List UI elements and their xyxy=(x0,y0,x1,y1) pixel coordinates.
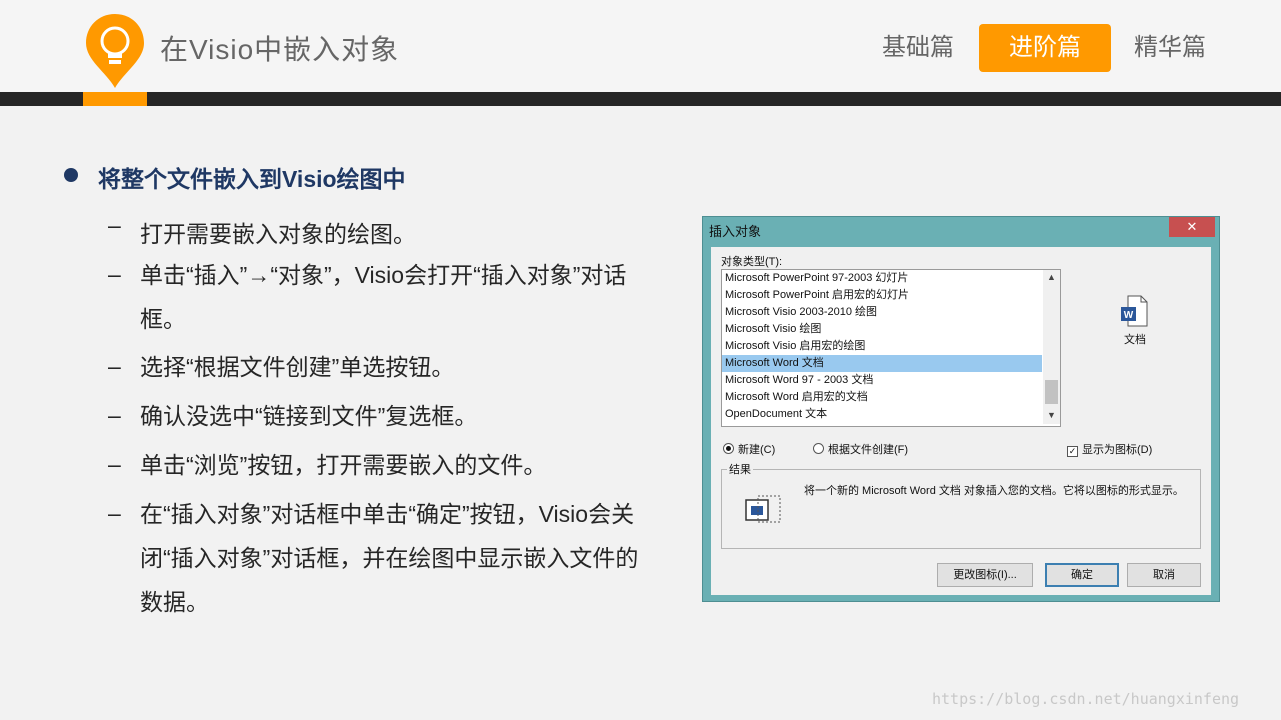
checkmark-icon: ✓ xyxy=(1067,446,1078,457)
object-type-label: 对象类型(T): xyxy=(721,256,783,268)
radio-circle xyxy=(813,443,824,454)
list-item[interactable]: Microsoft PowerPoint 97-2003 幻灯片 xyxy=(722,270,1042,287)
result-group: 将一个新的 Microsoft Word 文档 对象插入您的文档。它将以图标的形… xyxy=(721,469,1201,549)
bullet-heading: 将整个文件嵌入到Visio绘图中 xyxy=(98,166,406,192)
object-type-list[interactable]: Microsoft PowerPoint 97-2003 幻灯片 Microso… xyxy=(721,269,1061,427)
word-document-icon: W xyxy=(1121,295,1148,327)
radio-new-label: 新建(C) xyxy=(738,444,776,456)
list-scrollbar[interactable]: ▲ ▼ xyxy=(1043,270,1060,424)
display-as-icon-checkbox[interactable]: ✓ 显示为图标(D) xyxy=(1067,441,1152,457)
dialog-title: 插入对象 xyxy=(709,224,762,239)
dash-marker: – xyxy=(108,212,121,238)
chevron-down-icon[interactable]: ▼ xyxy=(1047,410,1056,420)
step-text: 在“插入对象”对话框中单击“确定”按钮，Visio会关闭“插入对象”对话框，并在… xyxy=(140,501,639,615)
step-text: 确认没选中“链接到文件”复选框。 xyxy=(140,403,478,429)
slide-header: 在Visio中嵌入对象 基础篇 进阶篇 精华篇 xyxy=(0,0,1281,92)
embedded-object-icon xyxy=(745,495,781,523)
header-divider-bar xyxy=(0,92,1281,106)
dash-marker: – xyxy=(108,402,121,428)
nav-advanced[interactable]: 进阶篇 xyxy=(979,24,1111,72)
nav-essence[interactable]: 精华篇 xyxy=(1122,24,1218,72)
nav-basic[interactable]: 基础篇 xyxy=(870,24,966,72)
step-text: 选择“根据文件创建”单选按钮。 xyxy=(140,354,455,380)
step-text: 单击“浏览”按钮，打开需要嵌入的文件。 xyxy=(140,452,547,478)
close-icon[interactable]: ✕ xyxy=(1169,217,1215,237)
result-label: 结果 xyxy=(727,461,753,477)
list-item[interactable]: Microsoft Visio 绘图 xyxy=(722,321,1042,338)
slide-title: 在Visio中嵌入对象 xyxy=(160,34,400,65)
list-item[interactable]: Microsoft PowerPoint 启用宏的幻灯片 xyxy=(722,287,1042,304)
svg-text:W: W xyxy=(1124,310,1134,321)
radio-circle xyxy=(723,443,734,454)
icon-label: 文档 xyxy=(1124,334,1146,346)
lightbulb-icon xyxy=(86,14,144,88)
insert-object-dialog: 插入对象 ✕ 对象类型(T): Microsoft PowerPoint 97-… xyxy=(702,216,1220,602)
watermark: https://blog.csdn.net/huangxinfeng xyxy=(932,690,1240,708)
list-item[interactable]: Microsoft Word 启用宏的文档 xyxy=(722,389,1042,406)
header-accent-bar xyxy=(83,92,147,106)
scrollbar-thumb[interactable] xyxy=(1045,380,1058,404)
radio-new[interactable]: 新建(C) xyxy=(723,441,775,457)
step-text: 单击“插入”→“对象”，Visio会打开“插入对象”对话框。 xyxy=(140,262,627,332)
radio-from-file[interactable]: 根据文件创建(F) xyxy=(813,441,908,457)
list-item[interactable]: Microsoft Word 97 - 2003 文档 xyxy=(722,372,1042,389)
step-text: 打开需要嵌入对象的绘图。 xyxy=(140,221,416,247)
ok-button[interactable]: 确定 xyxy=(1045,563,1119,587)
dialog-body: 对象类型(T): Microsoft PowerPoint 97-2003 幻灯… xyxy=(711,247,1211,595)
radio-from-file-label: 根据文件创建(F) xyxy=(828,444,909,456)
dash-marker: – xyxy=(108,261,121,287)
list-item-selected[interactable]: Microsoft Word 文档 xyxy=(722,355,1042,372)
list-item[interactable]: Microsoft Visio 2003-2010 绘图 xyxy=(722,304,1042,321)
list-item[interactable]: OpenDocument 文本 xyxy=(722,406,1042,423)
list-item[interactable]: Microsoft Visio 启用宏的绘图 xyxy=(722,338,1042,355)
checkbox-label: 显示为图标(D) xyxy=(1082,444,1153,456)
dash-marker: – xyxy=(108,353,121,379)
dash-marker: – xyxy=(108,500,121,526)
chevron-up-icon[interactable]: ▲ xyxy=(1047,272,1056,282)
result-description: 将一个新的 Microsoft Word 文档 对象插入您的文档。它将以图标的形… xyxy=(804,485,1184,497)
change-icon-button[interactable]: 更改图标(I)... xyxy=(937,563,1033,587)
bullet-dot xyxy=(64,168,78,182)
cancel-button[interactable]: 取消 xyxy=(1127,563,1201,587)
dash-marker: – xyxy=(108,451,121,477)
